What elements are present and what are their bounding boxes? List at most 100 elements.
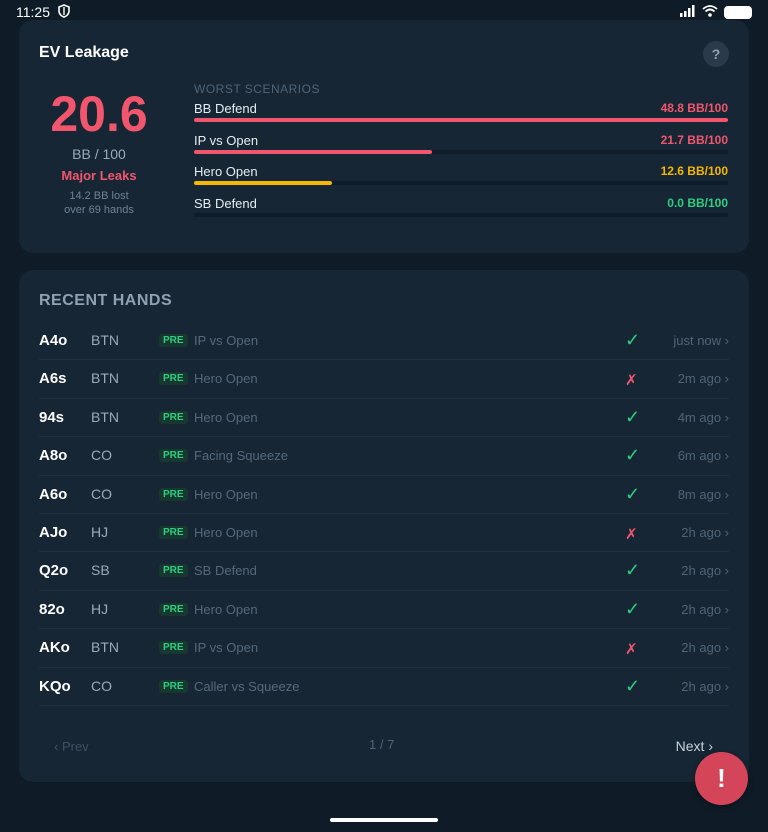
scenario-value: 48.8 BB/100 <box>660 101 728 115</box>
scenario-bar-fill <box>194 118 728 122</box>
battery-icon <box>724 5 752 19</box>
hand-scenario: Hero Open <box>194 371 258 387</box>
street-badge: PRE <box>159 679 188 693</box>
exclamation-icon: ! <box>717 763 726 793</box>
hand-row[interactable]: A6o CO PRE Hero Open ✓ 8m ago › <box>39 476 729 514</box>
check-icon: ✓ <box>625 483 641 504</box>
hand-time: 2h ago › <box>681 601 729 617</box>
hand-cards: KQo <box>39 677 71 695</box>
hand-cards: AKo <box>39 639 70 657</box>
help-button[interactable]: ? <box>703 41 729 67</box>
hand-time: 4m ago › <box>677 409 729 425</box>
wifi-icon <box>702 4 718 20</box>
scenario-list: BB Defend 48.8 BB/100 IP vs Open 21.7 BB/10… <box>194 96 728 222</box>
hand-row[interactable]: AJo HJ PRE Hero Open ✗ 2h ago › <box>39 514 729 553</box>
hand-scenario: Hero Open <box>194 486 258 502</box>
prev-button[interactable]: ‹ Prev <box>54 739 89 754</box>
hand-cards: AJo <box>39 523 68 541</box>
hand-position: HJ <box>91 523 109 540</box>
hand-row[interactable]: Q2o SB PRE SB Defend ✓ 2h ago › <box>39 552 729 591</box>
scenario-bar-fill <box>194 181 332 185</box>
hand-time: 6m ago › <box>677 448 729 464</box>
street-badge: PRE <box>159 449 188 463</box>
recent-hands-card: RECENT HANDS A4o BTN PRE IP vs Open ✓ just no… <box>19 270 749 782</box>
hand-time: 8m ago › <box>677 486 729 502</box>
hand-time: 2h ago › <box>681 524 729 540</box>
hand-position: CO <box>91 677 112 694</box>
hand-row[interactable]: A4o BTN PRE IP vs Open ✓ just now › <box>39 322 729 361</box>
worst-scenarios-heading: WORST SCENARIOS <box>194 82 320 96</box>
hand-position: CO <box>91 485 112 502</box>
ev-summary: 20.6 BB / 100 Major Leaks 14.2 BB lost o… <box>39 86 159 217</box>
hand-scenario: IP vs Open <box>194 333 259 348</box>
hands-list: A4o BTN PRE IP vs Open ✓ just now › A6s BTN PRE H… <box>39 322 729 706</box>
street-badge: PRE <box>159 487 188 501</box>
street-badge: PRE <box>159 525 188 539</box>
scenario-value: 21.7 BB/100 <box>660 132 728 147</box>
check-icon: ✓ <box>625 675 641 696</box>
hand-scenario: SB Defend <box>194 563 257 579</box>
hand-row[interactable]: A8o CO PRE Facing Squeeze ✓ 6m ago › <box>39 437 729 476</box>
hand-row[interactable]: 94s BTN PRE Hero Open ✓ 4m ago › <box>39 399 729 438</box>
ev-lost: 14.2 BB lost over 69 hands <box>39 189 159 217</box>
hand-cards: A4o <box>39 332 68 349</box>
hand-cards: A6s <box>39 370 67 388</box>
hand-position: CO <box>91 447 112 464</box>
hand-scenario: IP vs Open <box>194 640 259 656</box>
street-badge: PRE <box>159 410 188 424</box>
hand-time: 2h ago › <box>681 678 729 694</box>
ev-leakage-title: EV Leakage <box>39 44 129 61</box>
cross-icon: ✗ <box>625 641 638 659</box>
home-indicator[interactable] <box>330 818 438 822</box>
hand-position: BTN <box>91 370 119 387</box>
hand-row[interactable]: KQo CO PRE Caller vs Squeeze ✓ 2h ago › <box>39 668 729 706</box>
hand-row[interactable]: A6s BTN PRE Hero Open ✗ 2m ago › <box>39 360 729 399</box>
scenario-bar-track <box>194 181 728 185</box>
hand-position: SB <box>91 562 110 579</box>
status-right <box>680 4 752 20</box>
street-badge: PRE <box>159 602 188 616</box>
hand-scenario: Facing Squeeze <box>194 448 288 464</box>
ev-lost-line1: 14.2 BB lost <box>69 190 129 202</box>
check-icon: ✓ <box>625 406 641 427</box>
hand-time: 2h ago › <box>681 640 729 656</box>
hand-time: 2h ago › <box>681 563 729 579</box>
scenario-value: 0.0 BB/100 <box>667 195 728 210</box>
scenario-value: 12.6 BB/100 <box>660 164 728 178</box>
check-icon: ✓ <box>625 560 641 581</box>
hand-time: 2m ago › <box>677 371 729 387</box>
scenario-row: SB Defend 0.0 BB/100 <box>194 191 728 223</box>
hand-scenario: Hero Open <box>194 409 258 425</box>
ev-value: 20.6 <box>50 86 148 142</box>
cross-icon: ✗ <box>625 525 638 543</box>
cross-icon: ✗ <box>625 372 638 390</box>
street-badge: PRE <box>159 641 188 655</box>
scenario-row: Hero Open 12.6 BB/100 <box>194 159 728 191</box>
street-badge: PRE <box>159 564 188 578</box>
ev-status: Major Leaks <box>61 168 137 183</box>
hand-time: just now › <box>673 333 729 348</box>
scenario-bar-track <box>194 149 728 154</box>
scenario-row: BB Defend 48.8 BB/100 <box>194 96 728 128</box>
worst-scenarios: WORST SCENARIOS BB Defend 48.8 BB/100 IP v… <box>194 82 728 222</box>
scenario-bar-track <box>194 118 728 122</box>
scenario-row: IP vs Open 21.7 BB/100 <box>194 128 728 160</box>
street-badge: PRE <box>159 334 188 347</box>
hand-row[interactable]: 82o HJ PRE Hero Open ✓ 2h ago › <box>39 591 729 630</box>
alert-fab-button[interactable]: ! <box>695 752 748 805</box>
page-indicator: 1 / 7 <box>369 737 395 752</box>
hand-cards: A6o <box>39 485 68 503</box>
shield-icon <box>58 3 70 21</box>
hand-position: BTN <box>91 639 119 656</box>
pagination: ‹ Prev 1 / 7 Next › <box>39 730 729 760</box>
status-left: 11:25 <box>16 3 70 21</box>
check-icon: ✓ <box>625 445 641 466</box>
next-button[interactable]: Next › <box>676 738 713 754</box>
hand-cards: A8o <box>39 447 68 465</box>
recent-hands-title: RECENT HANDS <box>39 292 173 309</box>
scenario-bar-track <box>194 212 728 217</box>
scenario-bar-fill <box>194 149 432 154</box>
hand-row[interactable]: AKo BTN PRE IP vs Open ✗ 2h ago › <box>39 629 729 668</box>
hand-cards: Q2o <box>39 562 69 580</box>
scenario-name: IP vs Open <box>194 132 259 148</box>
